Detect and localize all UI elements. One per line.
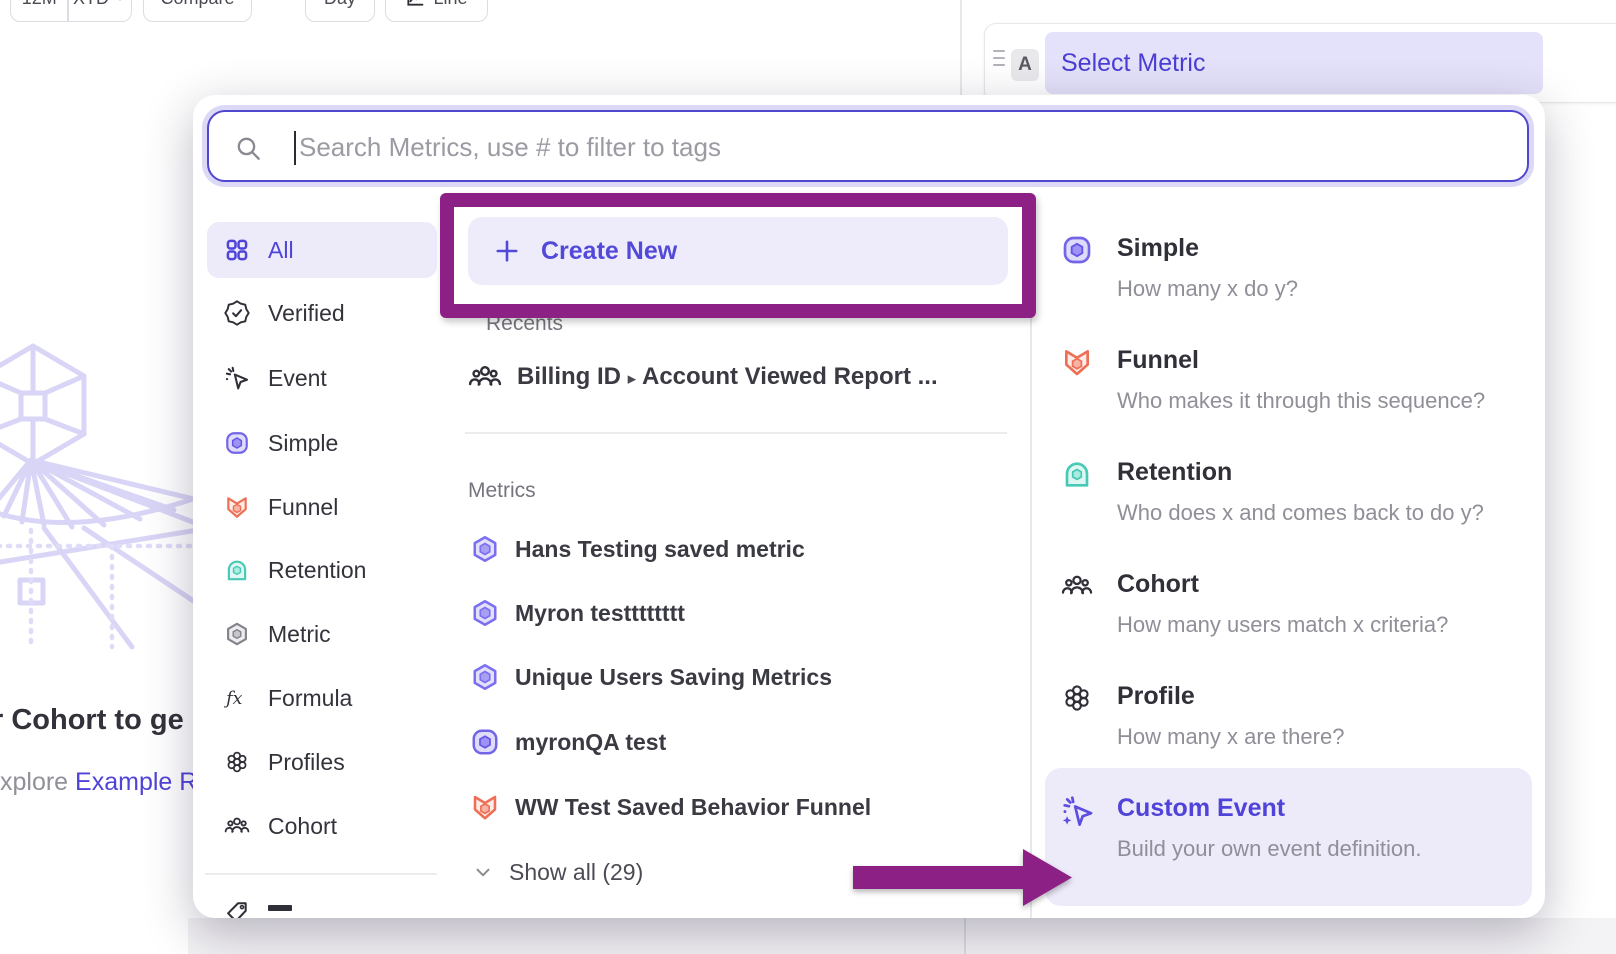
- chart-type-line-button[interactable]: Line: [385, 0, 488, 22]
- page-bottom-band: [188, 918, 1616, 954]
- explore-line: xplore Example R: [0, 768, 197, 797]
- compare-button[interactable]: Compare: [143, 0, 252, 22]
- metric-list-item[interactable]: myronQA test: [470, 714, 666, 770]
- metric-builder-row: A Select Metric: [984, 23, 1616, 103]
- cohort-people-icon: [224, 813, 250, 839]
- sidebar-item-funnel[interactable]: Funnel: [207, 479, 437, 535]
- profiles-flower-icon: [224, 749, 250, 775]
- explore-prefix: xplore: [0, 768, 75, 796]
- recents-divider: [465, 432, 1007, 434]
- grid-icon: [224, 237, 250, 263]
- search-icon: [235, 135, 262, 162]
- wireframe-illustration: [0, 332, 200, 652]
- series-badge: A: [1011, 49, 1039, 81]
- sidebar-item-cohort[interactable]: Cohort: [207, 798, 437, 854]
- metric-list-item[interactable]: Hans Testing saved metric: [470, 521, 805, 577]
- metric-hexagon-icon: [470, 662, 500, 692]
- tag-icon: [224, 900, 250, 918]
- breadcrumb-arrow: ▸: [628, 369, 637, 388]
- line-chart-icon: [405, 0, 425, 8]
- retention-icon: [224, 557, 250, 583]
- sidebar-item-verified[interactable]: Verified: [207, 285, 437, 341]
- chevron-down-icon: [113, 0, 127, 5]
- range-12m-button[interactable]: 12M: [11, 0, 67, 9]
- sidebar-item-event[interactable]: Event: [207, 350, 437, 406]
- search-input[interactable]: Search Metrics, use # to filter to tags: [207, 110, 1529, 182]
- simple-metric-icon: [224, 430, 250, 456]
- sidebar-divider: [205, 873, 437, 875]
- metric-list-item[interactable]: Unique Users Saving Metrics: [470, 649, 832, 705]
- cohort-people-icon: [468, 360, 502, 394]
- funnel-icon: [1061, 346, 1093, 378]
- funnel-icon: [470, 792, 500, 822]
- metrics-header: Metrics: [468, 479, 536, 503]
- sidebar-item-simple[interactable]: Simple: [207, 415, 437, 471]
- recent-item-secondary: Account Viewed Report ...: [642, 363, 938, 390]
- recent-item[interactable]: Billing ID ▸ Account Viewed Report ...: [468, 349, 938, 405]
- bottom-band-divider: [964, 918, 966, 954]
- chevron-down-icon: [472, 861, 494, 883]
- sidebar-item-clipped[interactable]: [224, 900, 250, 918]
- sidebar-item-metric[interactable]: Metric: [207, 606, 437, 662]
- drag-handle-icon[interactable]: [993, 50, 1005, 66]
- profiles-flower-icon: [1061, 682, 1093, 714]
- annotation-arrow: [840, 840, 1085, 920]
- select-metric-label: Select Metric: [1061, 49, 1205, 78]
- simple-metric-icon: [1061, 234, 1093, 266]
- custom-event-icon: [1061, 794, 1095, 828]
- select-metric-field[interactable]: Select Metric: [1045, 32, 1543, 94]
- simple-metric-icon: [470, 727, 500, 757]
- metric-list-item[interactable]: WW Test Saved Behavior Funnel: [470, 779, 871, 835]
- granularity-day-button[interactable]: Day: [305, 0, 375, 22]
- example-link[interactable]: Example R: [75, 768, 197, 796]
- event-cursor-icon: [224, 365, 250, 391]
- metric-hexagon-icon: [470, 598, 500, 628]
- onboarding-heading: r Cohort to ge: [0, 704, 184, 737]
- verified-badge-icon: [224, 300, 250, 326]
- retention-icon: [1061, 458, 1093, 490]
- clipped-label-fragment: [268, 905, 292, 911]
- search-placeholder: Search Metrics, use # to filter to tags: [299, 132, 721, 163]
- metric-list-item[interactable]: Myron testttttttt: [470, 585, 685, 641]
- svg-text:ƒx: ƒx: [224, 689, 243, 709]
- metric-hexagon-icon: [224, 621, 250, 647]
- recent-item-primary: Billing ID: [517, 363, 621, 390]
- show-all-toggle[interactable]: Show all (29): [472, 847, 643, 897]
- funnel-icon: [224, 494, 250, 520]
- sidebar-item-formula[interactable]: ƒx Formula: [207, 670, 437, 726]
- panel-divider: [960, 0, 962, 95]
- cohort-people-icon: [1061, 570, 1093, 602]
- sidebar-item-retention[interactable]: Retention: [207, 542, 437, 598]
- metric-hexagon-icon: [470, 534, 500, 564]
- sidebar-item-all[interactable]: All: [207, 222, 437, 278]
- range-xtd-button[interactable]: XTD: [69, 0, 131, 9]
- text-cursor: [294, 131, 296, 165]
- date-range-button-group[interactable]: 12M XTD: [10, 0, 132, 22]
- annotation-rectangle: [440, 193, 1036, 318]
- formula-icon: ƒx: [224, 685, 250, 711]
- sidebar-item-profiles[interactable]: Profiles: [207, 734, 437, 790]
